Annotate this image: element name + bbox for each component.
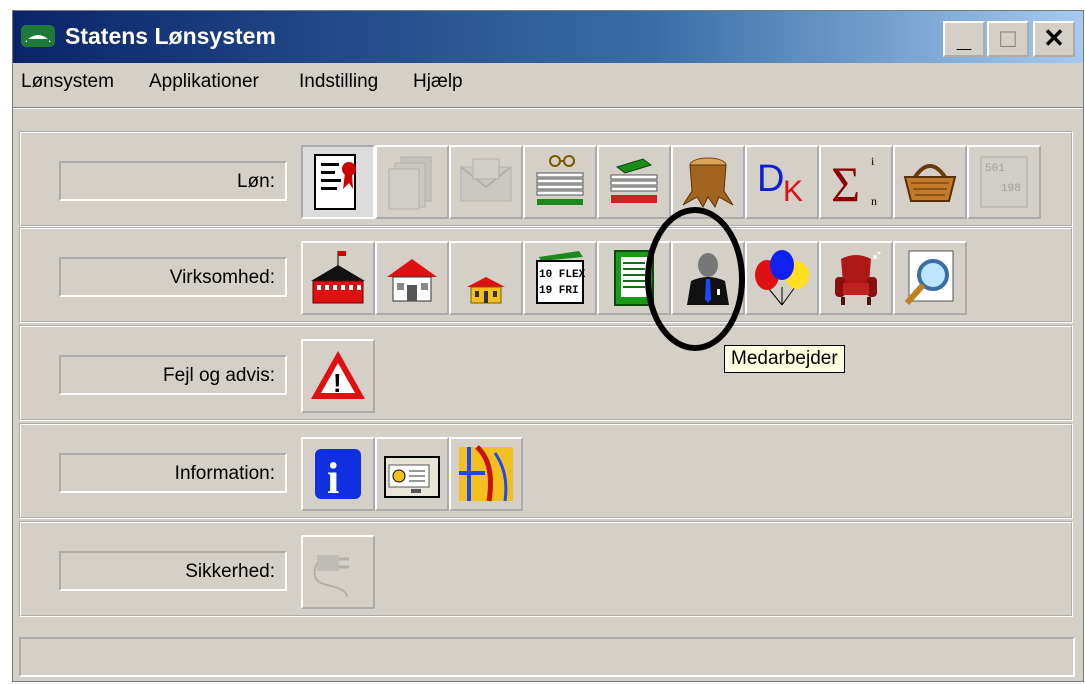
row-label-box: Fejl og advis:: [59, 355, 287, 395]
basket-icon: [903, 164, 957, 202]
lon-book-stack-button[interactable]: [597, 145, 671, 219]
app-logo-icon: [21, 25, 55, 47]
card-reader-icon: [384, 456, 440, 498]
menu-bar: Lønsystem Applikationer Indstilling Hjæl…: [13, 67, 1083, 97]
row-label-box: Sikkerhed:: [59, 551, 287, 591]
tooltip: Medarbejder: [724, 345, 845, 373]
security-plug-button[interactable]: [301, 535, 375, 609]
dk-icon: DK: [757, 158, 803, 208]
row-label: Information:: [174, 463, 275, 484]
sigma-icon: Σi n: [831, 154, 877, 212]
warning-icon: !: [311, 351, 365, 399]
row-sikkerhed: Sikkerhed:: [19, 521, 1073, 617]
lon-table-button[interactable]: 501 198: [967, 145, 1041, 219]
row-label-box: Løn:: [59, 161, 287, 201]
title-bar[interactable]: Statens Lønsystem _ □ ✕: [13, 11, 1083, 63]
lon-envelope-button[interactable]: [449, 145, 523, 219]
svg-text:i: i: [871, 154, 875, 168]
lon-sigma-button[interactable]: Σi n: [819, 145, 893, 219]
row-label: Fejl og advis:: [163, 365, 275, 386]
window-title: Statens Lønsystem: [65, 23, 276, 49]
house-icon: [387, 259, 437, 302]
row-label: Sikkerhed:: [185, 561, 275, 582]
row-label-box: Information:: [59, 453, 287, 493]
row-label: Løn:: [236, 171, 275, 192]
balloons-icon: [755, 250, 809, 306]
status-bar: [19, 637, 1075, 677]
main-window: Statens Lønsystem _ □ ✕ Lønsystem Applik…: [12, 10, 1084, 682]
large-building-icon: [311, 251, 365, 304]
document-ribbon-icon: [314, 154, 356, 210]
menu-indstilling[interactable]: Indstilling: [299, 71, 378, 93]
lon-papers-button[interactable]: [523, 145, 597, 219]
lon-basket-button[interactable]: [893, 145, 967, 219]
info-button[interactable]: i: [301, 437, 375, 511]
card-reader-button[interactable]: [375, 437, 449, 511]
lon-tree-stump-button[interactable]: [671, 145, 745, 219]
flex-calendar-icon: 10 FLEX 19 FRI: [536, 251, 586, 304]
maximize-button[interactable]: □: [987, 21, 1029, 57]
svg-text:n: n: [871, 194, 877, 208]
warning-glyph: !: [333, 368, 342, 398]
map-button[interactable]: [449, 437, 523, 511]
map-icon: [459, 445, 513, 502]
menu-hjaelp[interactable]: Hjælp: [413, 71, 463, 93]
virk-balloons-button[interactable]: [745, 241, 819, 315]
svg-text:Σ: Σ: [831, 156, 860, 212]
papers-glasses-icon: [536, 155, 584, 205]
row-information: Information:: [19, 423, 1073, 519]
highlight-circle: [645, 207, 745, 351]
menu-applikationer[interactable]: Applikationer: [149, 71, 259, 93]
menu-lonsystem[interactable]: Lønsystem: [21, 71, 114, 93]
tree-stump-icon: [682, 157, 734, 209]
virk-house-button[interactable]: [375, 241, 449, 315]
documents-icon: [388, 156, 432, 210]
envelope-icon: [460, 158, 512, 202]
fejl-warning-button[interactable]: !: [301, 339, 375, 413]
svg-text:D: D: [757, 158, 784, 200]
virk-flex-button[interactable]: 10 FLEX 19 FRI: [523, 241, 597, 315]
armchair-icon: [835, 251, 881, 305]
svg-text:501: 501: [985, 163, 1005, 175]
close-button[interactable]: ✕: [1033, 21, 1075, 57]
minimize-button[interactable]: _: [943, 21, 985, 57]
svg-text:K: K: [783, 175, 803, 208]
virk-large-building-button[interactable]: [301, 241, 375, 315]
virk-armchair-button[interactable]: [819, 241, 893, 315]
search-icon: [904, 250, 954, 305]
plug-icon: [313, 555, 349, 598]
lon-documents-button[interactable]: [375, 145, 449, 219]
row-label: Virksomhed:: [169, 267, 275, 288]
row-label-box: Virksomhed:: [59, 257, 287, 297]
info-glyph: i: [327, 454, 339, 503]
virk-small-house-button[interactable]: [449, 241, 523, 315]
virk-search-button[interactable]: [893, 241, 967, 315]
lon-document-button[interactable]: [301, 145, 375, 219]
table-grid-icon: 501 198: [980, 156, 1028, 208]
row-fejl: Fejl og advis:: [19, 325, 1073, 421]
flex-text-1: 10 FLEX: [539, 269, 586, 281]
info-icon: i: [315, 449, 361, 503]
small-house-icon: [467, 277, 505, 304]
lon-dk-button[interactable]: DK: [745, 145, 819, 219]
menu-separator: [13, 107, 1083, 109]
svg-text:198: 198: [1001, 183, 1021, 195]
book-stack-icon: [610, 158, 658, 203]
flex-text-2: 19 FRI: [539, 285, 579, 297]
